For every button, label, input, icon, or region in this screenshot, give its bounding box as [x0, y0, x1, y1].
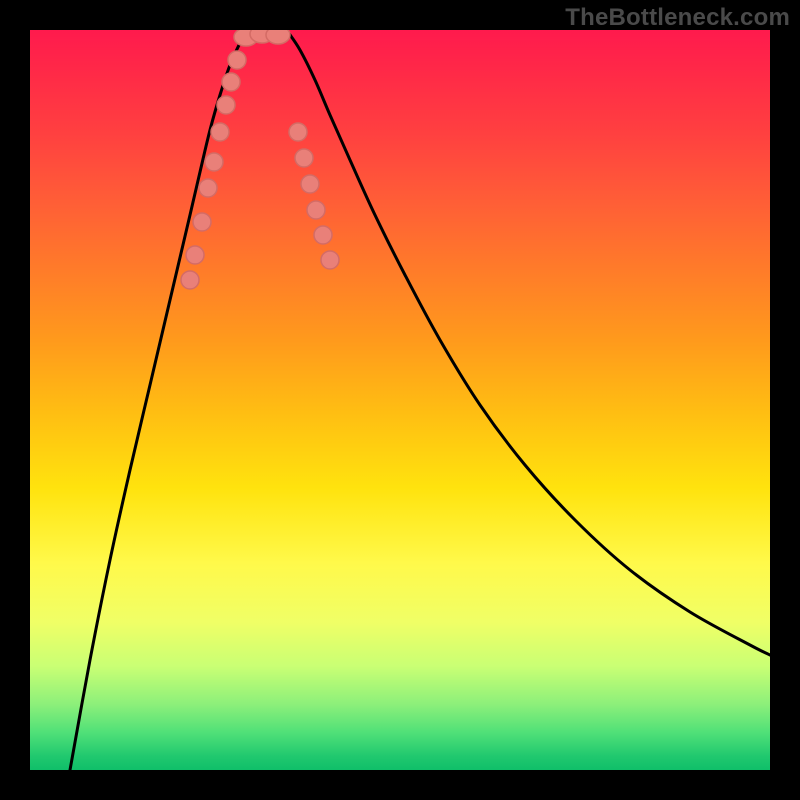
curves-group	[70, 30, 770, 770]
marker-valley-floor-dots	[266, 30, 290, 44]
marker-left-branch-dots	[217, 96, 235, 114]
curve-right-curve	[288, 32, 770, 655]
marker-left-branch-dots	[181, 271, 199, 289]
marker-right-branch-dots	[307, 201, 325, 219]
marker-left-branch-dots	[222, 73, 240, 91]
marker-left-branch-dots	[211, 123, 229, 141]
plot-area	[30, 30, 770, 770]
marker-right-branch-dots	[314, 226, 332, 244]
marker-left-branch-dots	[228, 51, 246, 69]
marker-left-branch-dots	[205, 153, 223, 171]
marker-left-branch-dots	[186, 246, 204, 264]
marker-right-branch-dots	[295, 149, 313, 167]
marker-right-branch-dots	[289, 123, 307, 141]
markers-group	[181, 30, 339, 289]
chart-svg	[30, 30, 770, 770]
curve-left-curve	[70, 32, 246, 770]
marker-right-branch-dots	[321, 251, 339, 269]
watermark-text: TheBottleneck.com	[565, 4, 790, 32]
marker-left-branch-dots	[193, 213, 211, 231]
outer-frame: TheBottleneck.com	[0, 0, 800, 800]
marker-right-branch-dots	[301, 175, 319, 193]
marker-left-branch-dots	[199, 179, 217, 197]
